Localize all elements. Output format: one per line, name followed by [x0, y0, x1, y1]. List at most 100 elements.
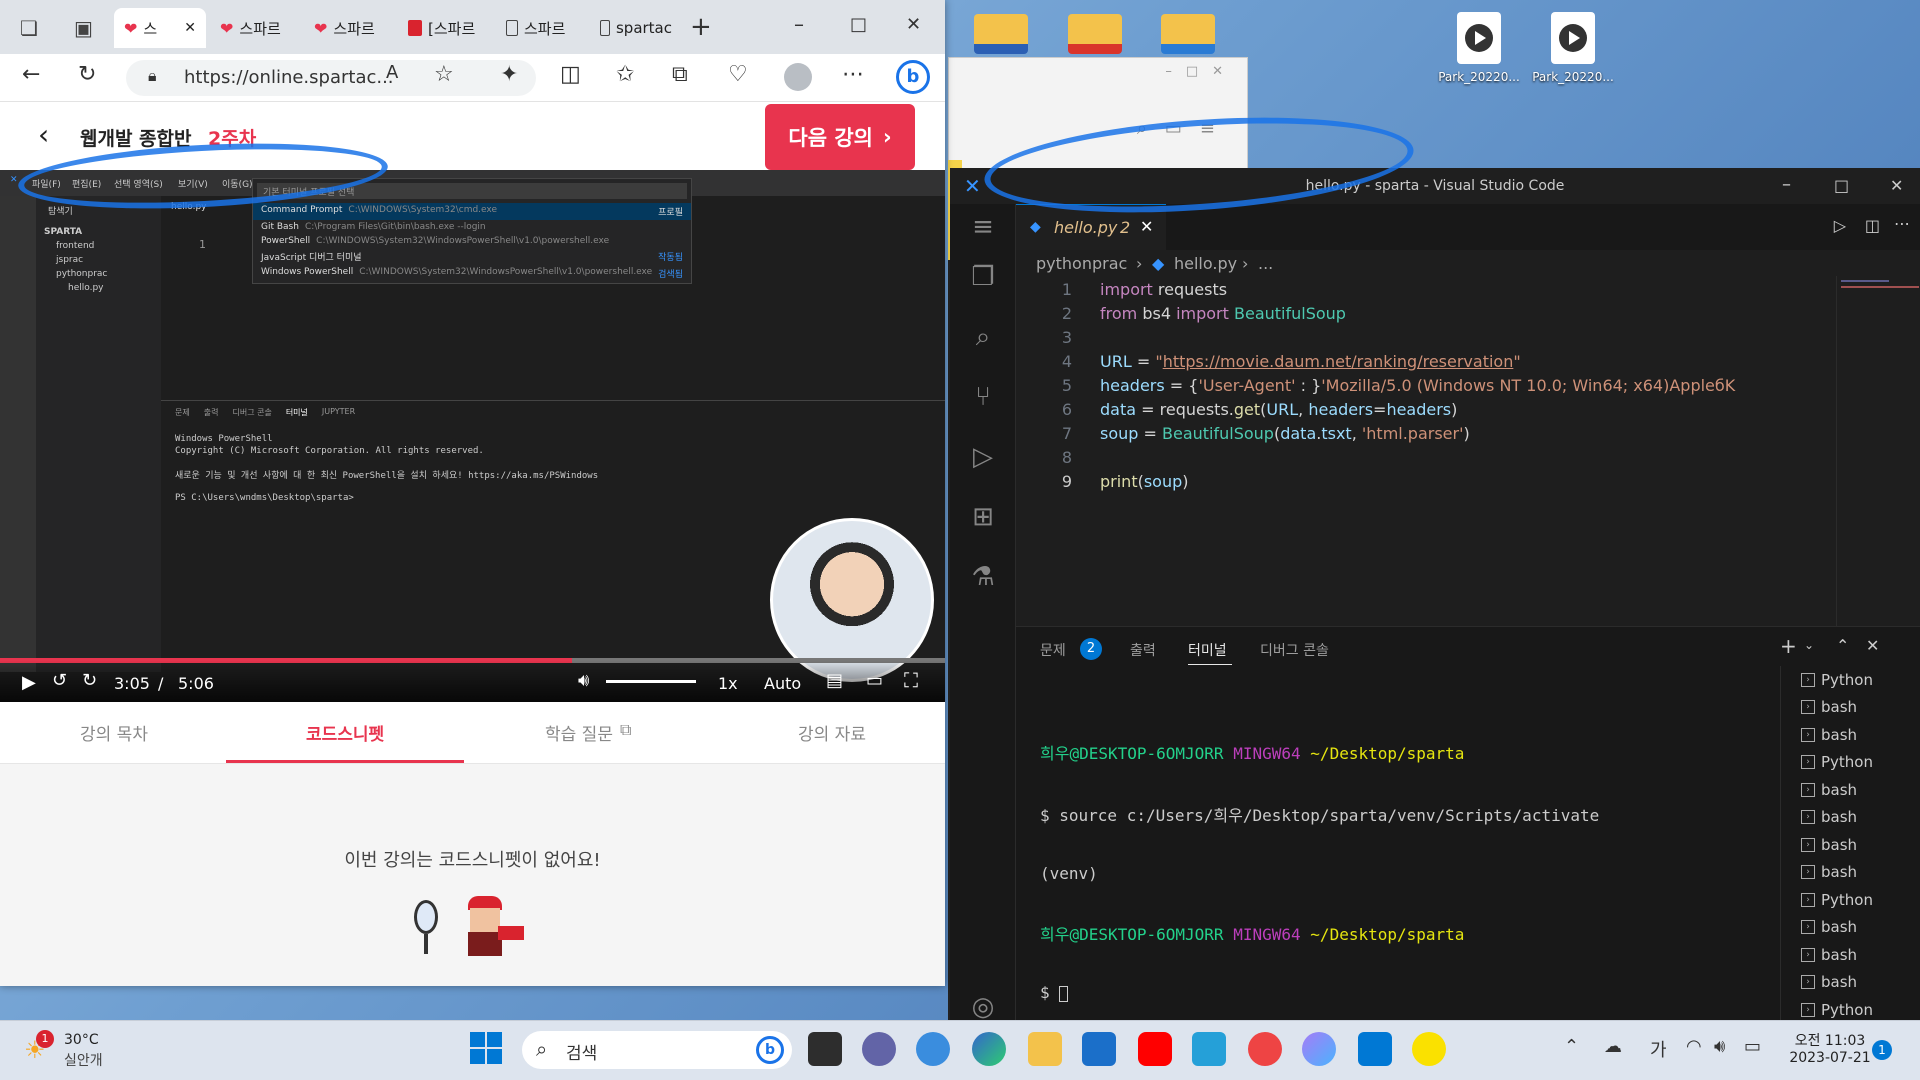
app-icon[interactable]	[916, 1032, 950, 1066]
extensions-icon[interactable]: ✦	[500, 62, 518, 87]
remote-desktop-icon[interactable]	[1192, 1032, 1226, 1066]
close-icon[interactable]: ✕	[1140, 217, 1153, 236]
browser-tab-5[interactable]: 스파르	[496, 8, 586, 48]
run-debug-icon[interactable]: ▷	[968, 442, 998, 472]
playback-speed[interactable]: 1x	[718, 674, 738, 693]
battery-icon[interactable]: ▭	[1744, 1036, 1761, 1057]
wifi-icon[interactable]: ◠	[1686, 1036, 1702, 1057]
terminal-list-item[interactable]: › Python	[1781, 749, 1920, 777]
collections-icon[interactable]: ⧉	[672, 62, 688, 87]
terminal-list-item[interactable]: › bash	[1781, 914, 1920, 942]
chevron-up-icon[interactable]: ⌃	[1564, 1036, 1579, 1057]
edge-icon[interactable]	[972, 1032, 1006, 1066]
panel-tab-terminal[interactable]: 터미널	[1188, 640, 1227, 660]
terminal-list-item[interactable]: › Python	[1781, 666, 1920, 694]
teams-chat-icon[interactable]	[862, 1032, 896, 1066]
terminal-list-item[interactable]: › bash	[1781, 721, 1920, 749]
vscode-close-button[interactable]: ✕	[1890, 176, 1903, 195]
workspaces-icon[interactable]: ❏	[20, 16, 38, 40]
windows-start-icon[interactable]	[470, 1032, 502, 1064]
youtube-icon[interactable]	[1138, 1032, 1172, 1066]
more-actions-icon[interactable]: ⋯	[1894, 214, 1910, 233]
split-screen-icon[interactable]: ◫	[560, 62, 581, 87]
volume-icon[interactable]: 🔊︎	[578, 670, 589, 691]
file-explorer-icon[interactable]	[1028, 1032, 1062, 1066]
terminal-list-item[interactable]: › bash	[1781, 776, 1920, 804]
desktop-folder-word[interactable]	[956, 14, 1046, 54]
browser-tab-6[interactable]: spartac	[590, 8, 682, 48]
vscode-maximize-button[interactable]: □	[1834, 176, 1849, 195]
favorites-icon[interactable]: ✩	[616, 62, 634, 87]
favorite-star-icon[interactable]: ☆	[434, 62, 454, 87]
tab-code-snippet[interactable]: 코드스니펫	[306, 720, 384, 745]
play-icon[interactable]: ▶	[22, 672, 36, 693]
more-icon[interactable]: ⋯	[842, 62, 864, 87]
next-lecture-button[interactable]: 다음 강의 ›	[765, 104, 915, 170]
close-panel-icon[interactable]: ✕	[1866, 636, 1879, 655]
browser-essentials-icon[interactable]: ♡	[728, 62, 748, 87]
desktop-folder[interactable]	[1143, 14, 1233, 54]
browser-tab-2[interactable]: ❤ 스파르	[210, 8, 300, 48]
read-aloud-icon[interactable]: A	[386, 62, 398, 83]
terminal-list-item[interactable]: › bash	[1781, 969, 1920, 997]
vscode-taskbar-icon[interactable]	[1358, 1032, 1392, 1066]
browser-tab-1[interactable]: ❤ 스 ✕	[114, 8, 206, 48]
run-icon[interactable]: ▷	[1834, 216, 1846, 235]
desktop-folder-hwp[interactable]	[1050, 14, 1140, 54]
mail-icon[interactable]	[1082, 1032, 1116, 1066]
testing-icon[interactable]: ⚗	[968, 562, 998, 592]
vscode-minimize-button[interactable]: –	[1782, 174, 1791, 195]
back-chevron-icon[interactable]: ‹	[38, 118, 49, 151]
terminal-output[interactable]: 희우@DESKTOP-6OMJORR MINGW64 ~/Desktop/spa…	[1040, 700, 1780, 1002]
maximize-button[interactable]: □	[850, 14, 867, 35]
close-window-button[interactable]: ✕	[906, 14, 921, 35]
forward-10-icon[interactable]: ↻	[82, 670, 97, 691]
menu-icon[interactable]: ≡	[968, 212, 998, 242]
kakaotalk-icon[interactable]	[1412, 1032, 1446, 1066]
new-tab-button[interactable]: +	[690, 12, 712, 42]
minimize-button[interactable]: –	[794, 12, 804, 36]
tab-lecture-contents[interactable]: 강의 목차	[80, 720, 148, 745]
terminal-list-item[interactable]: › bash	[1781, 694, 1920, 722]
captions-icon[interactable]: ▤	[826, 670, 843, 691]
app-power-icon[interactable]	[1248, 1032, 1282, 1066]
weather-widget[interactable]: ☀ 1 30°C 실안개	[20, 1030, 140, 1072]
browser-tab-3[interactable]: ❤ 스파르	[304, 8, 394, 48]
panel-tab-debug-console[interactable]: 디버그 콘솔	[1260, 640, 1329, 660]
split-editor-icon[interactable]: ◫	[1865, 216, 1880, 235]
tab-actions-icon[interactable]: ▣	[74, 16, 93, 40]
chevron-up-icon[interactable]: ⌃	[1836, 636, 1849, 655]
breadcrumb-file[interactable]: hello.py	[1174, 254, 1237, 273]
extensions-icon[interactable]: ⊞	[968, 502, 998, 532]
terminal-list-item[interactable]: › bash	[1781, 804, 1920, 832]
back-icon[interactable]: ←	[22, 62, 40, 87]
terminal-list-item[interactable]: › bash	[1781, 859, 1920, 887]
taskbar-search[interactable]: ⌕ 검색 b	[522, 1031, 792, 1069]
url-field[interactable]: 🔒︎ https://online.spartac...	[126, 60, 536, 96]
picture-in-picture-icon[interactable]: ▭	[866, 670, 883, 691]
onedrive-icon[interactable]: ☁	[1604, 1036, 1622, 1057]
close-icon[interactable]: ✕	[184, 20, 196, 36]
refresh-icon[interactable]: ↻	[78, 62, 96, 87]
tab-lecture-materials[interactable]: 강의 자료	[798, 720, 866, 745]
new-terminal-icon[interactable]: +	[1780, 634, 1797, 658]
tab-learning-question[interactable]: 학습 질문	[545, 720, 613, 745]
volume-icon[interactable]: 🔊︎	[1714, 1036, 1725, 1057]
code-editor[interactable]	[1016, 276, 1836, 626]
desktop-media-file-1[interactable]: Park_20220...	[1434, 12, 1524, 84]
terminal-list-item[interactable]: › Python	[1781, 886, 1920, 914]
terminal-list-item[interactable]: › bash	[1781, 941, 1920, 969]
rewind-10-icon[interactable]: ↺	[52, 670, 67, 691]
breadcrumb-folder[interactable]: pythonprac	[1036, 254, 1127, 273]
explorer-icon[interactable]: ❐	[968, 262, 998, 292]
breadcrumb-symbol[interactable]: ...	[1258, 254, 1273, 273]
source-control-icon[interactable]: ⑂	[968, 382, 998, 412]
bing-icon[interactable]: b	[896, 60, 930, 94]
panel-tab-output[interactable]: 출력	[1130, 640, 1156, 660]
volume-slider[interactable]	[606, 680, 696, 683]
copilot-icon[interactable]	[1302, 1032, 1336, 1066]
browser-tab-4[interactable]: [스파르	[398, 8, 492, 48]
account-icon[interactable]: ◎	[968, 992, 998, 1022]
desktop-media-file-2[interactable]: Park_20220...	[1528, 12, 1618, 84]
search-icon[interactable]: ⌕	[968, 322, 998, 352]
